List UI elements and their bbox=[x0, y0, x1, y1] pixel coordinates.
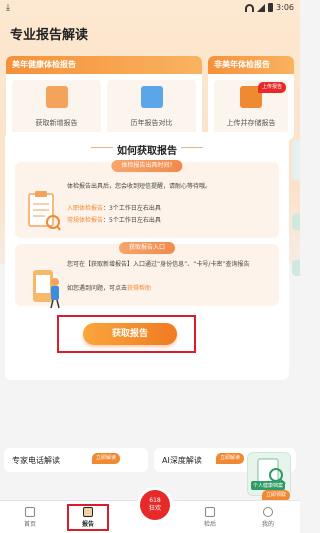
report-entry-text: 您可在【获取新增报告】入口通过“身份信息”、“卡号/卡密”查询报告 bbox=[67, 261, 250, 268]
report-time-item: 常规体检报告：5个工作日左右出具 bbox=[67, 217, 161, 224]
expert-phone-card[interactable]: 专家电话解读 立即解读 bbox=[4, 448, 148, 472]
other-panel-title: 非美年体检报告 bbox=[208, 56, 294, 74]
after-exam-icon bbox=[205, 507, 215, 517]
tab-home[interactable]: 首页 bbox=[10, 507, 50, 528]
report-time-box: 体检报告出具时间? 体检报告出具后，您会收到短信提醒，请耐心等待哦。 入职体检报… bbox=[15, 160, 279, 238]
wifi-icon bbox=[245, 3, 255, 12]
report-entry-box: 获取报告入口 您可在【获取新增报告】入口通过“身份信息”、“卡号/卡密”查询报告… bbox=[15, 242, 279, 309]
home-icon bbox=[25, 507, 35, 517]
tab-mine-label: 我的 bbox=[261, 521, 274, 528]
get-new-report-card[interactable]: 获取新增报告 bbox=[12, 80, 101, 134]
get-help-link[interactable]: 获得帮助 bbox=[127, 285, 151, 292]
ai-deep-tag: 立即解读 bbox=[216, 453, 245, 464]
status-time: 3:06 bbox=[276, 3, 294, 12]
get-report-highlight: 获取报告 bbox=[57, 315, 196, 353]
tab-618-promo[interactable]: 618 狂欢 bbox=[140, 490, 170, 520]
side-peek-card bbox=[292, 260, 300, 276]
get-report-button[interactable]: 获取报告 bbox=[83, 323, 177, 345]
page-title: 专业报告解读 bbox=[10, 28, 89, 43]
help-prefix: 如您遇到问题，可点击 bbox=[67, 285, 128, 292]
history-compare-label: 历年报告对比 bbox=[130, 119, 173, 127]
get-new-report-label: 获取新增报告 bbox=[35, 119, 78, 127]
download-icon: ⤓ bbox=[6, 3, 10, 13]
upload-report-card[interactable]: 上传报告 上传并存储报告 bbox=[214, 80, 288, 134]
title-deco-right bbox=[181, 147, 203, 148]
report-time-item-key: 常规体检报告 bbox=[67, 217, 104, 224]
user-icon bbox=[263, 507, 273, 517]
side-peek-card bbox=[292, 140, 300, 180]
report-time-item-value: 5个工作日左右出具 bbox=[109, 217, 161, 224]
meinian-panel-title: 美年健康体检报告 bbox=[6, 56, 202, 74]
ai-deep-label: AI深度解读 bbox=[162, 456, 202, 465]
status-bar: ⤓ 3:06 bbox=[0, 0, 300, 18]
battery-icon bbox=[268, 3, 274, 12]
health-record-float-button[interactable]: 个人健康档案 立即领取 bbox=[247, 452, 291, 501]
tab-after-exam[interactable]: 检后 bbox=[190, 507, 230, 528]
other-report-panel: 非美年体检报告 上传报告 上传并存储报告 bbox=[208, 56, 294, 140]
report-tab-highlight bbox=[67, 504, 109, 531]
compare-chart-icon bbox=[140, 86, 163, 108]
health-record-caption: 个人健康档案 bbox=[251, 481, 286, 490]
howto-title: 如何获取报告 bbox=[117, 146, 177, 157]
expert-phone-tag: 立即解读 bbox=[92, 453, 121, 464]
upload-badge: 上传报告 bbox=[258, 82, 287, 93]
side-peek-card bbox=[292, 214, 300, 230]
report-entry-help: 如您遇到问题，可点击获得帮助 bbox=[67, 284, 151, 294]
report-time-item-value: 3个工作日左右出具 bbox=[109, 205, 161, 212]
new-report-icon bbox=[45, 86, 68, 108]
tab-home-label: 首页 bbox=[23, 521, 36, 528]
history-compare-card[interactable]: 历年报告对比 bbox=[107, 80, 196, 134]
phone-user-illustration bbox=[33, 270, 60, 309]
report-time-intro: 体检报告出具后，您会收到短信提醒，请耐心等待哦。 bbox=[67, 183, 212, 190]
signal-icon bbox=[257, 3, 266, 12]
meinian-report-panel: 美年健康体检报告 获取新增报告 历年报告对比 bbox=[6, 56, 202, 140]
expert-phone-label: 专家电话解读 bbox=[12, 456, 60, 465]
report-time-item: 入职体检报告：3个工作日左右出具 bbox=[67, 205, 161, 212]
upload-report-label: 上传并存储报告 bbox=[226, 119, 276, 127]
report-time-pill: 体检报告出具时间? bbox=[111, 160, 183, 172]
tab-mine[interactable]: 我的 bbox=[248, 507, 288, 528]
report-entry-pill: 获取报告入口 bbox=[118, 242, 176, 254]
tab-after-exam-label: 检后 bbox=[203, 521, 216, 528]
report-clipboard-illustration bbox=[28, 191, 61, 231]
report-time-item-key: 入职体检报告 bbox=[67, 205, 104, 212]
